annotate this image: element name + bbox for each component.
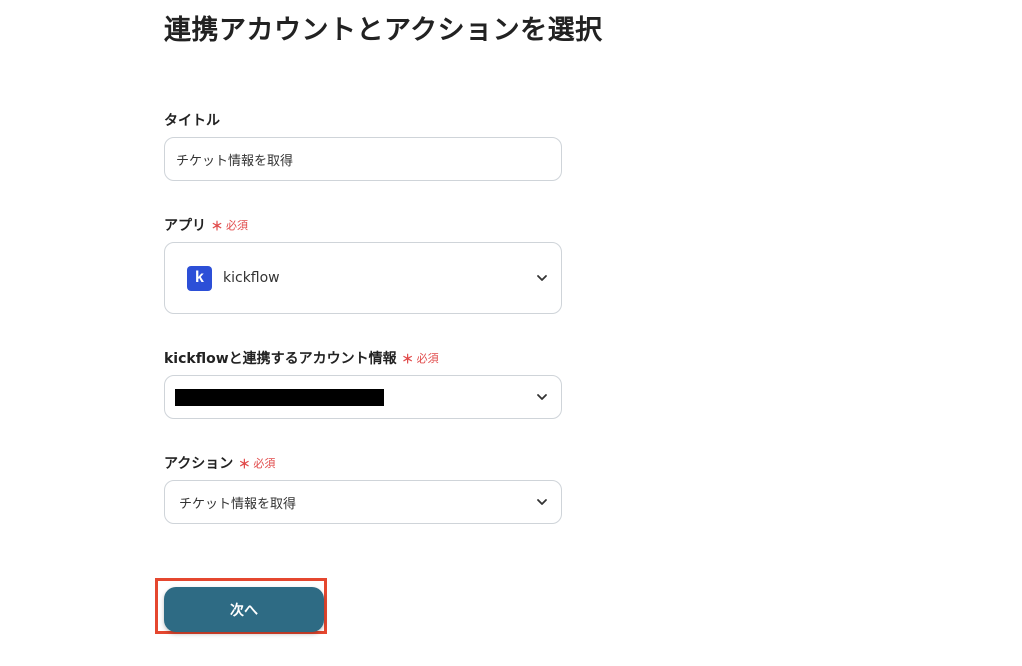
chevron-down-icon — [537, 275, 547, 281]
chevron-down-icon — [537, 499, 547, 505]
kickflow-logo-icon: k — [187, 265, 212, 291]
title-field-label: タイトル — [164, 110, 220, 130]
app-select-value: kickflow — [223, 270, 280, 286]
chevron-down-icon — [537, 394, 547, 400]
app-label-text: アプリ — [164, 218, 206, 234]
redacted-account-value — [175, 389, 384, 406]
action-label-text: アクション — [164, 456, 234, 472]
next-button[interactable]: 次へ — [164, 587, 324, 632]
required-badge: 必須 — [226, 219, 249, 232]
page-title: 連携アカウントとアクションを選択 — [164, 15, 603, 46]
required-asterisk: ＊ — [401, 351, 414, 366]
app-logo-letter: k — [195, 269, 204, 286]
required-badge: 必須 — [416, 352, 439, 365]
title-label-text: タイトル — [164, 113, 220, 129]
required-badge: 必須 — [253, 457, 276, 470]
next-button-label: 次へ — [230, 602, 258, 619]
action-select-value: チケット情報を取得 — [179, 496, 297, 512]
page: 連携アカウントとアクションを選択 タイトル アプリ ＊ 必須 k kickflo… — [0, 0, 1022, 666]
account-field-label: kickflowと連携するアカウント情報 ＊ 必須 — [164, 348, 439, 368]
account-label-text: kickflowと連携するアカウント情報 — [164, 351, 397, 367]
action-select[interactable]: チケット情報を取得 — [164, 480, 562, 524]
required-asterisk: ＊ — [238, 456, 251, 471]
title-input[interactable] — [164, 137, 562, 181]
app-select[interactable]: k kickflow — [164, 242, 562, 314]
account-select[interactable] — [164, 375, 562, 419]
app-field-label: アプリ ＊ 必須 — [164, 215, 248, 235]
required-asterisk: ＊ — [211, 218, 224, 233]
action-field-label: アクション ＊ 必須 — [164, 453, 275, 473]
